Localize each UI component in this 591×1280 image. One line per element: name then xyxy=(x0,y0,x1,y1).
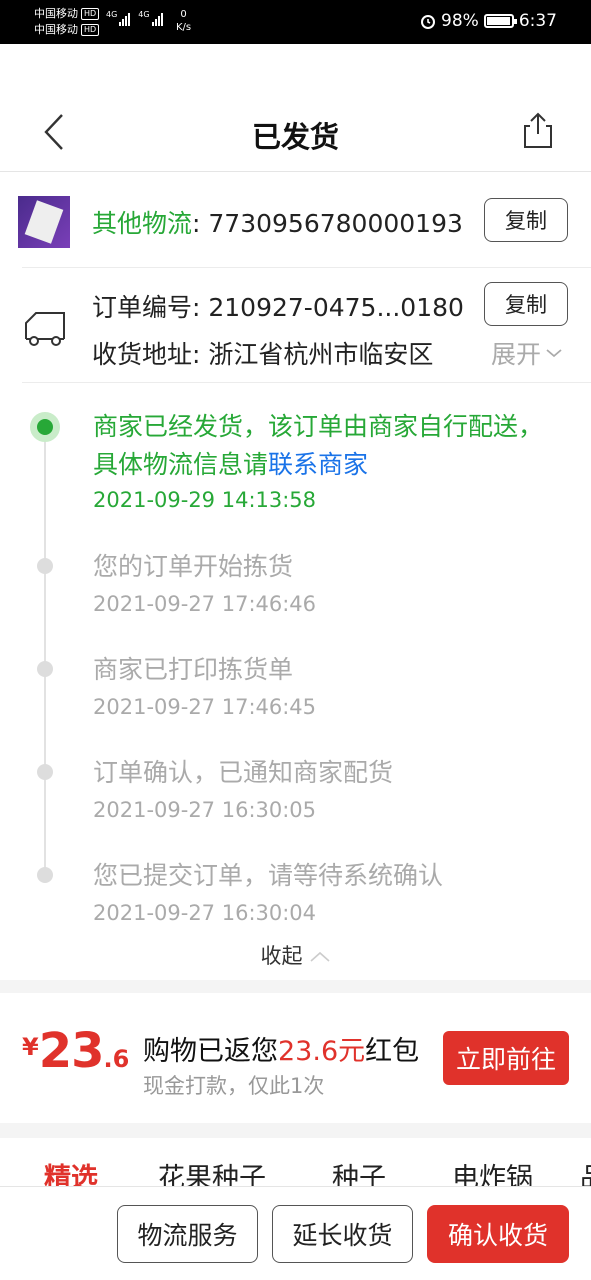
logistics-row: 其他物流: 7730956780000193 复制 xyxy=(0,172,591,268)
chevron-up-icon xyxy=(309,951,330,962)
collapse-label: 收起 xyxy=(260,944,303,968)
copy-order-button[interactable]: 复制 xyxy=(484,282,568,326)
section-gap xyxy=(0,1123,591,1138)
tab-air-fryer[interactable]: 电炸锅 xyxy=(452,1156,533,1186)
timeline-item-time: 2021-09-29 14:13:58 xyxy=(93,488,317,512)
tab-more[interactable]: 品 xyxy=(580,1156,591,1186)
status-right: 98% 6:37 xyxy=(420,11,557,31)
order-number: 订单编号: 210927-0475...0180 xyxy=(92,293,464,322)
alarm-icon xyxy=(421,15,436,29)
battery-percent: 98% xyxy=(441,11,479,31)
nav-bar: 已发货 xyxy=(0,90,591,172)
hd-badge: HD xyxy=(81,24,100,36)
timeline-item-text: 您的订单开始拣货 xyxy=(93,552,294,581)
contact-merchant-link[interactable]: 联系商家 xyxy=(268,450,368,479)
copy-tracking-button[interactable]: 复制 xyxy=(484,198,568,242)
logistics-service-button[interactable]: 物流服务 xyxy=(117,1205,258,1263)
carrier-1: 中国移动 xyxy=(34,7,78,20)
tracking-info: 其他物流: 7730956780000193 xyxy=(92,204,463,240)
truck-icon xyxy=(25,312,65,346)
tab-flower-seeds[interactable]: 花果种子 xyxy=(158,1156,266,1186)
status-bar: 中国移动 HD 中国移动 HD 4G 4G 0 K/s 98% 6:37 xyxy=(0,0,591,44)
timeline-line xyxy=(44,428,46,876)
expand-label: 展开 xyxy=(491,340,542,369)
tab-seeds[interactable]: 种子 xyxy=(332,1156,386,1186)
collapse-button[interactable]: 收起 xyxy=(0,940,591,970)
signal-icon: 4G 4G xyxy=(106,10,163,26)
page-title: 已发货 xyxy=(251,120,339,154)
timeline-dot xyxy=(37,867,53,883)
timeline-item-text: 订单确认，已通知商家配货 xyxy=(93,758,394,787)
timeline-item-time: 2021-09-27 16:30:05 xyxy=(93,798,317,822)
expand-address-button[interactable]: 展开 xyxy=(491,335,563,371)
confirm-receipt-button[interactable]: 确认收货 xyxy=(427,1205,569,1263)
clock: 6:37 xyxy=(518,11,557,31)
tab-featured[interactable]: 精选 xyxy=(44,1156,98,1186)
cashback-amount: ¥23.6 xyxy=(22,1023,130,1079)
promo-subtitle: 现金打款，仅此1次 xyxy=(143,1074,325,1098)
timeline-item-text: 商家已经发货，该订单由商家自行配送，具体物流信息请联系商家 xyxy=(93,412,544,479)
tracking-number: : 7730956780000193 xyxy=(192,209,463,238)
carrier-info: 中国移动 HD 中国移动 HD xyxy=(34,6,100,38)
timeline-item-text: 您已提交订单，请等待系统确认 xyxy=(93,861,444,890)
timeline-dot xyxy=(37,661,53,677)
category-tabs: 精选 花果种子 种子 电炸锅 品 xyxy=(0,1138,591,1186)
extend-receipt-button[interactable]: 延长收货 xyxy=(272,1205,413,1263)
logistics-company: 其他物流 xyxy=(92,209,193,238)
timeline-dot xyxy=(37,764,53,780)
shipping-address: 收货地址: 浙江省杭州市临安区 xyxy=(92,340,434,369)
battery-icon xyxy=(483,14,517,28)
timeline-item-time: 2021-09-27 16:30:04 xyxy=(93,901,317,925)
timeline-item-time: 2021-09-27 17:46:45 xyxy=(93,695,317,719)
promo-title: 购物已返您23.6元红包 xyxy=(143,1036,420,1067)
carrier-2: 中国移动 xyxy=(34,23,78,36)
chevron-down-icon xyxy=(546,349,562,358)
timeline-dot xyxy=(37,558,53,574)
go-now-button[interactable]: 立即前往 xyxy=(443,1031,569,1085)
timeline-item-text: 商家已打印拣货单 xyxy=(93,655,294,684)
bottom-action-bar: 物流服务 延长收货 确认收货 xyxy=(0,1186,591,1280)
divider xyxy=(22,267,591,268)
divider xyxy=(22,382,591,383)
network-speed: 0 K/s xyxy=(176,9,192,33)
section-gap xyxy=(0,980,591,993)
product-thumbnail[interactable] xyxy=(18,196,70,248)
share-icon[interactable] xyxy=(520,110,556,150)
cashback-promo: ¥23.6 购物已返您23.6元红包 现金打款，仅此1次 立即前往 xyxy=(0,993,591,1123)
timeline-dot-active xyxy=(30,412,60,442)
hd-badge: HD xyxy=(81,8,100,20)
timeline-item-time: 2021-09-27 17:46:46 xyxy=(93,592,317,616)
